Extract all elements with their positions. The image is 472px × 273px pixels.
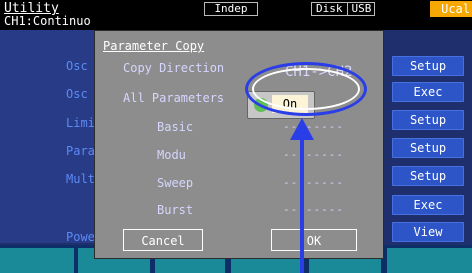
top-status-bar: Utility CH1:Continuo Indep Disk USB Ucal — [0, 0, 472, 30]
usb-label: USB — [351, 2, 372, 15]
highlight-ellipse-inner — [252, 68, 360, 110]
arrow-shaft — [300, 138, 304, 273]
view-button[interactable]: View — [392, 222, 464, 242]
menu-item-parameter[interactable]: Para — [66, 144, 95, 158]
burst-label: Burst — [157, 203, 194, 217]
menu-item-limit[interactable]: Limi — [66, 116, 95, 130]
sweep-value: -------- — [283, 176, 344, 189]
basic-label: Basic — [157, 120, 194, 134]
storage-divider — [346, 3, 348, 15]
mode-indicator: Indep — [204, 2, 258, 16]
setup-button-3[interactable]: Setup — [392, 138, 464, 158]
cancel-button[interactable]: Cancel — [123, 229, 203, 251]
ok-button[interactable]: OK — [271, 229, 357, 251]
setup-button-1[interactable]: Setup — [392, 56, 464, 76]
ucal-badge: Ucal — [430, 1, 472, 17]
arrow-up-icon — [290, 118, 314, 140]
sweep-label: Sweep — [157, 176, 194, 190]
menu-item-osc-2[interactable]: Osc — [66, 87, 88, 101]
channel-status: CH1:Continuo — [4, 14, 91, 28]
softkey-1[interactable] — [0, 248, 74, 273]
disk-label: Disk — [316, 2, 343, 15]
setup-button-4[interactable]: Setup — [392, 166, 464, 186]
exec-button-1[interactable]: Exec — [392, 82, 464, 102]
highlight-ellipse — [245, 62, 367, 116]
burst-value: -------- — [283, 203, 344, 216]
instrument-screen: Utility CH1:Continuo Indep Disk USB Ucal … — [0, 0, 472, 273]
modu-label: Modu — [157, 148, 186, 162]
menu-item-power[interactable]: Powe — [66, 230, 95, 244]
menu-item-osc-1[interactable]: Osc — [66, 59, 88, 73]
parameter-copy-dialog: Parameter Copy Copy Direction CH1->CH2 A… — [94, 30, 384, 259]
menu-item-multi[interactable]: Mult — [66, 172, 95, 186]
storage-indicator: Disk USB — [311, 2, 375, 16]
all-parameters-label: All Parameters — [123, 91, 225, 105]
modu-value: -------- — [283, 148, 344, 161]
exec-button-2[interactable]: Exec — [392, 195, 464, 215]
dialog-title: Parameter Copy — [103, 39, 205, 53]
setup-button-2[interactable]: Setup — [392, 110, 464, 130]
softkey-6[interactable] — [387, 248, 472, 273]
copy-direction-label: Copy Direction — [123, 61, 225, 75]
